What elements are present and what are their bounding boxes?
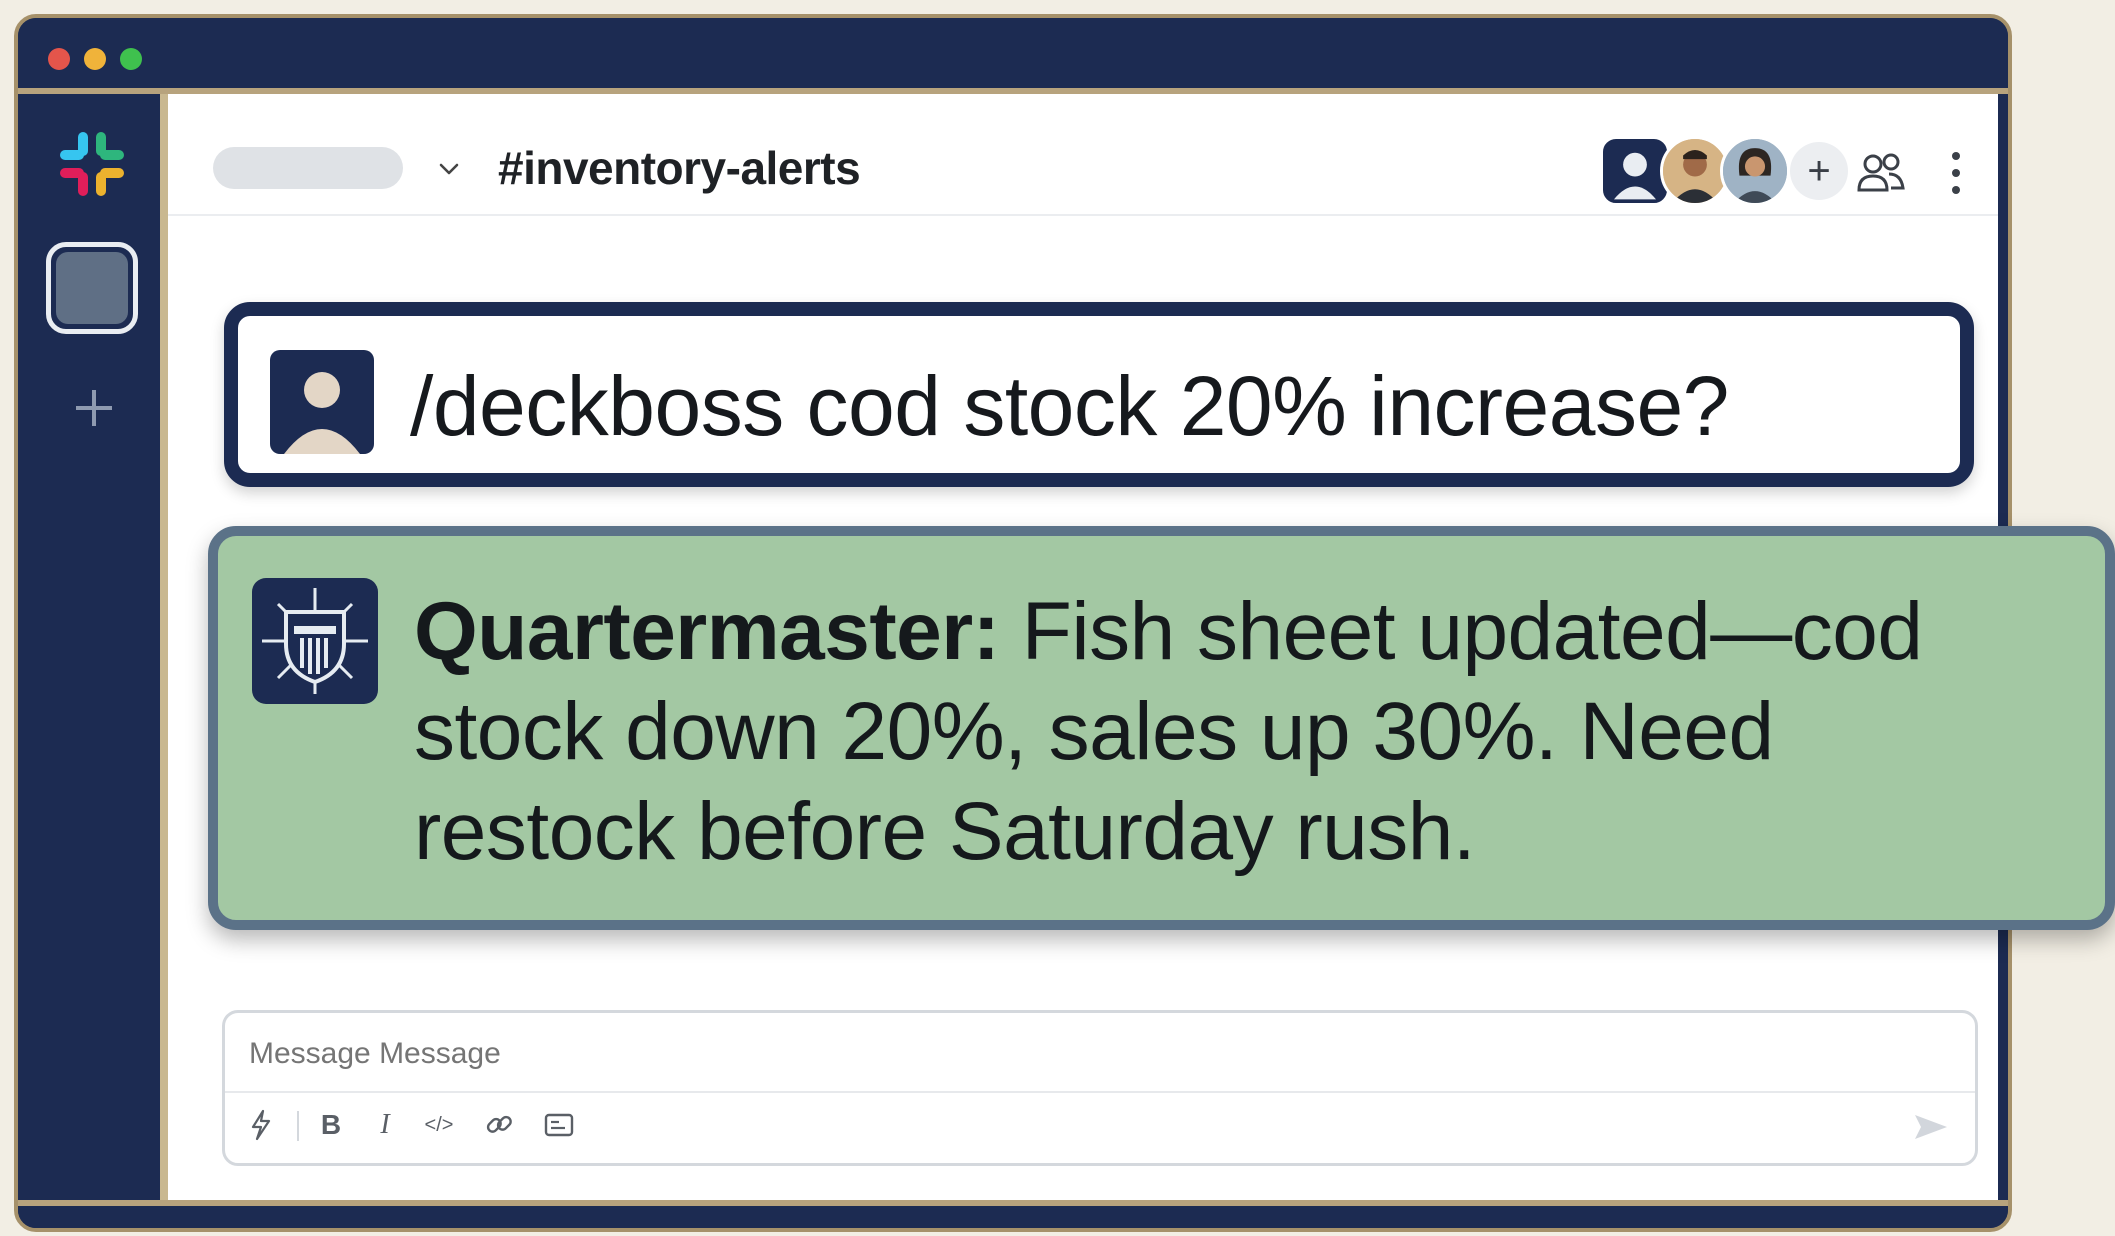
author-avatar bbox=[270, 350, 374, 454]
plus-icon[interactable] bbox=[64, 378, 124, 438]
slack-logo-icon[interactable] bbox=[56, 128, 128, 200]
workspace-tile bbox=[56, 252, 128, 324]
bold-button[interactable]: B bbox=[311, 1105, 351, 1145]
message-text: /deckboss cod stock 20% increase? bbox=[410, 359, 1729, 453]
user-avatar-icon bbox=[284, 372, 360, 454]
send-icon[interactable] bbox=[1911, 1107, 1951, 1147]
members-icon[interactable] bbox=[1851, 144, 1909, 202]
link-icon bbox=[486, 1115, 512, 1133]
lightning-icon bbox=[251, 1109, 271, 1141]
bot-author-name[interactable]: Quartermaster: bbox=[414, 586, 1000, 677]
user-avatar-icon bbox=[1613, 152, 1657, 200]
add-member-button[interactable]: + bbox=[1790, 142, 1848, 200]
author-avatar bbox=[252, 578, 378, 704]
channel-header: #inventory-alerts + bbox=[168, 94, 1998, 216]
code-button[interactable]: </> bbox=[419, 1105, 459, 1145]
workspace-sidebar bbox=[18, 94, 158, 1228]
avatar[interactable] bbox=[1720, 136, 1790, 206]
bot-message[interactable]: Quartermaster: Fish sheet updated—cod st… bbox=[208, 526, 2115, 930]
message-composer[interactable]: B I </> bbox=[222, 1010, 1978, 1166]
person-avatar-icon bbox=[1723, 139, 1787, 203]
title-bar bbox=[18, 18, 2008, 86]
message-text: Quartermaster: Fish sheet updated—cod st… bbox=[414, 582, 1974, 882]
chevron-down-icon[interactable] bbox=[436, 156, 462, 182]
italic-button[interactable]: I bbox=[365, 1105, 405, 1145]
user-message[interactable]: /deckboss cod stock 20% increase? bbox=[224, 302, 1974, 487]
person-avatar-icon bbox=[1663, 139, 1727, 203]
link-button[interactable] bbox=[479, 1105, 519, 1145]
message-input[interactable] bbox=[247, 1033, 1651, 1075]
minimize-window-button[interactable] bbox=[84, 48, 106, 70]
channel-name[interactable]: #inventory-alerts bbox=[498, 140, 861, 196]
close-window-button[interactable] bbox=[48, 48, 70, 70]
member-avatars[interactable]: + bbox=[1600, 136, 1848, 208]
code-block-button[interactable] bbox=[539, 1105, 579, 1145]
workspace-switcher[interactable] bbox=[213, 147, 403, 189]
shield-bot-icon bbox=[262, 588, 368, 694]
window-bottom-frame bbox=[18, 1200, 2008, 1228]
sidebar-divider bbox=[160, 94, 168, 1228]
code-block-icon bbox=[544, 1113, 574, 1137]
formatting-tb[interactable] bbox=[241, 1105, 281, 1145]
more-vertical-icon[interactable] bbox=[1946, 144, 1966, 202]
toolbar-divider bbox=[297, 1111, 299, 1141]
zoom-window-button[interactable] bbox=[120, 48, 142, 70]
composer-divider bbox=[225, 1091, 1975, 1093]
workspace-icon[interactable] bbox=[46, 242, 138, 334]
